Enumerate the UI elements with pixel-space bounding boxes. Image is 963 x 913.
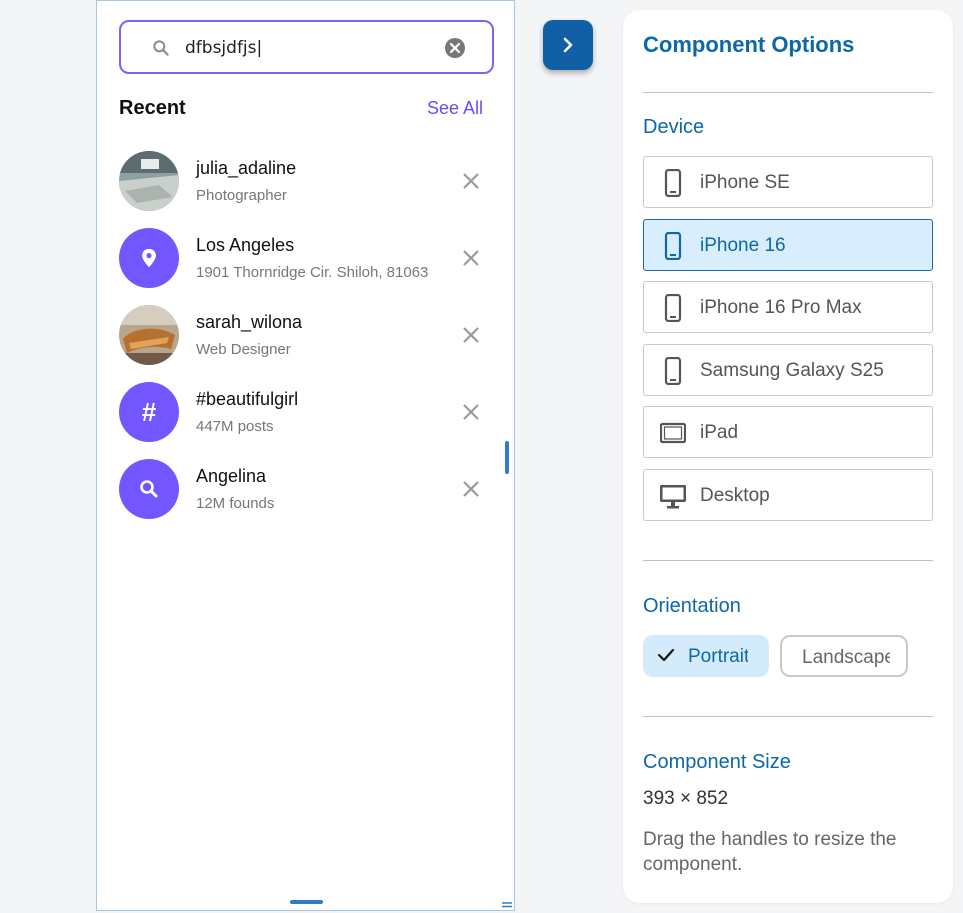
item-name: julia_adaline <box>196 158 297 178</box>
phone-icon <box>664 294 682 322</box>
item-subtitle: 1901 Thornridge Cir. Shiloh, 81063 <box>196 264 429 281</box>
orientation-label: Orientation <box>643 595 741 617</box>
device-option-label: iPhone SE <box>700 172 790 193</box>
divider <box>643 716 933 717</box>
item-name: #beautifulgirl <box>196 389 299 409</box>
search-icon <box>153 40 169 56</box>
close-icon[interactable] <box>461 248 481 268</box>
close-icon[interactable] <box>461 402 481 422</box>
chevron-right-icon <box>563 37 573 53</box>
device-option-iphone-16[interactable]: iPhone 16 <box>643 219 933 271</box>
device-option-label: iPhone 16 Pro Max <box>700 297 862 318</box>
panel-title: Component Options <box>643 32 855 57</box>
orientation-option-label: Portrait <box>688 646 748 667</box>
avatar <box>119 305 179 365</box>
divider <box>643 92 933 93</box>
phone-icon <box>664 169 682 197</box>
clear-search-icon[interactable] <box>443 36 467 60</box>
avatar <box>119 151 179 211</box>
tablet-icon <box>660 422 686 444</box>
item-name: Angelina <box>196 466 267 486</box>
item-subtitle: Photographer <box>196 187 287 204</box>
orientation-portrait-chip[interactable]: Portrait <box>643 635 769 677</box>
orientation-landscape-chip[interactable]: Landscape <box>780 635 908 677</box>
desktop-icon <box>660 485 686 509</box>
location-pin-icon <box>142 248 156 268</box>
search-icon <box>140 480 158 498</box>
device-option-iphone-16-pro-max[interactable]: iPhone 16 Pro Max <box>643 281 933 333</box>
device-option-label: iPad <box>700 422 739 443</box>
avatar <box>119 228 179 288</box>
avatar <box>119 459 179 519</box>
list-item[interactable]: Angelina 12M founds <box>119 459 489 536</box>
item-name: Los Angeles <box>196 235 295 255</box>
close-icon[interactable] <box>461 325 481 345</box>
component-size-value: 393 × 852 <box>643 788 729 809</box>
device-option-label: iPhone 16 <box>700 235 786 256</box>
device-option-iphone-se[interactable]: iPhone SE <box>643 156 933 208</box>
list-item[interactable]: Los Angeles 1901 Thornridge Cir. Shiloh,… <box>119 228 489 305</box>
recent-header: Recent See All <box>119 97 483 123</box>
divider <box>643 560 933 561</box>
list-item[interactable]: # #beautifulgirl 447M posts <box>119 382 489 459</box>
resize-handle-bottom[interactable] <box>290 900 323 904</box>
search-input[interactable] <box>185 34 435 62</box>
item-subtitle: Web Designer <box>196 341 291 358</box>
close-icon[interactable] <box>461 479 481 499</box>
device-option-label: Desktop <box>700 485 770 506</box>
item-subtitle: 12M founds <box>196 495 275 512</box>
component-options-panel: Component Options Device iPhone SE iPhon… <box>623 10 953 903</box>
device-label: Device <box>643 116 705 138</box>
recent-title: Recent <box>119 97 186 119</box>
item-subtitle: 447M posts <box>196 418 274 435</box>
hashtag-icon: # <box>141 396 157 427</box>
check-icon <box>657 648 675 662</box>
list-item[interactable]: julia_adaline Photographer <box>119 151 489 228</box>
device-option-desktop[interactable]: Desktop <box>643 469 933 521</box>
avatar: # <box>119 382 179 442</box>
list-item[interactable]: sarah_wilona Web Designer <box>119 305 489 382</box>
phone-icon <box>664 357 682 385</box>
close-icon[interactable] <box>461 171 481 191</box>
preview-frame: Recent See All julia_adaline Photographe… <box>96 0 515 911</box>
phone-icon <box>664 232 682 260</box>
item-name: sarah_wilona <box>196 312 303 332</box>
resize-handle-right[interactable] <box>505 441 509 474</box>
device-option-samsung-galaxy-s25[interactable]: Samsung Galaxy S25 <box>643 344 933 396</box>
recent-list: julia_adaline Photographer Los Angeles 1… <box>119 151 489 536</box>
orientation-option-label: Landscape <box>802 647 890 668</box>
see-all-link[interactable]: See All <box>427 98 483 119</box>
component-size-label: Component Size <box>643 751 791 773</box>
device-option-label: Samsung Galaxy S25 <box>700 360 884 381</box>
resize-corner-handle[interactable] <box>502 902 512 908</box>
expand-panel-button[interactable] <box>543 20 593 70</box>
search-bar[interactable] <box>119 20 494 74</box>
resize-help-text: Drag the handles to resize the component… <box>643 829 897 875</box>
device-option-ipad[interactable]: iPad <box>643 406 933 458</box>
